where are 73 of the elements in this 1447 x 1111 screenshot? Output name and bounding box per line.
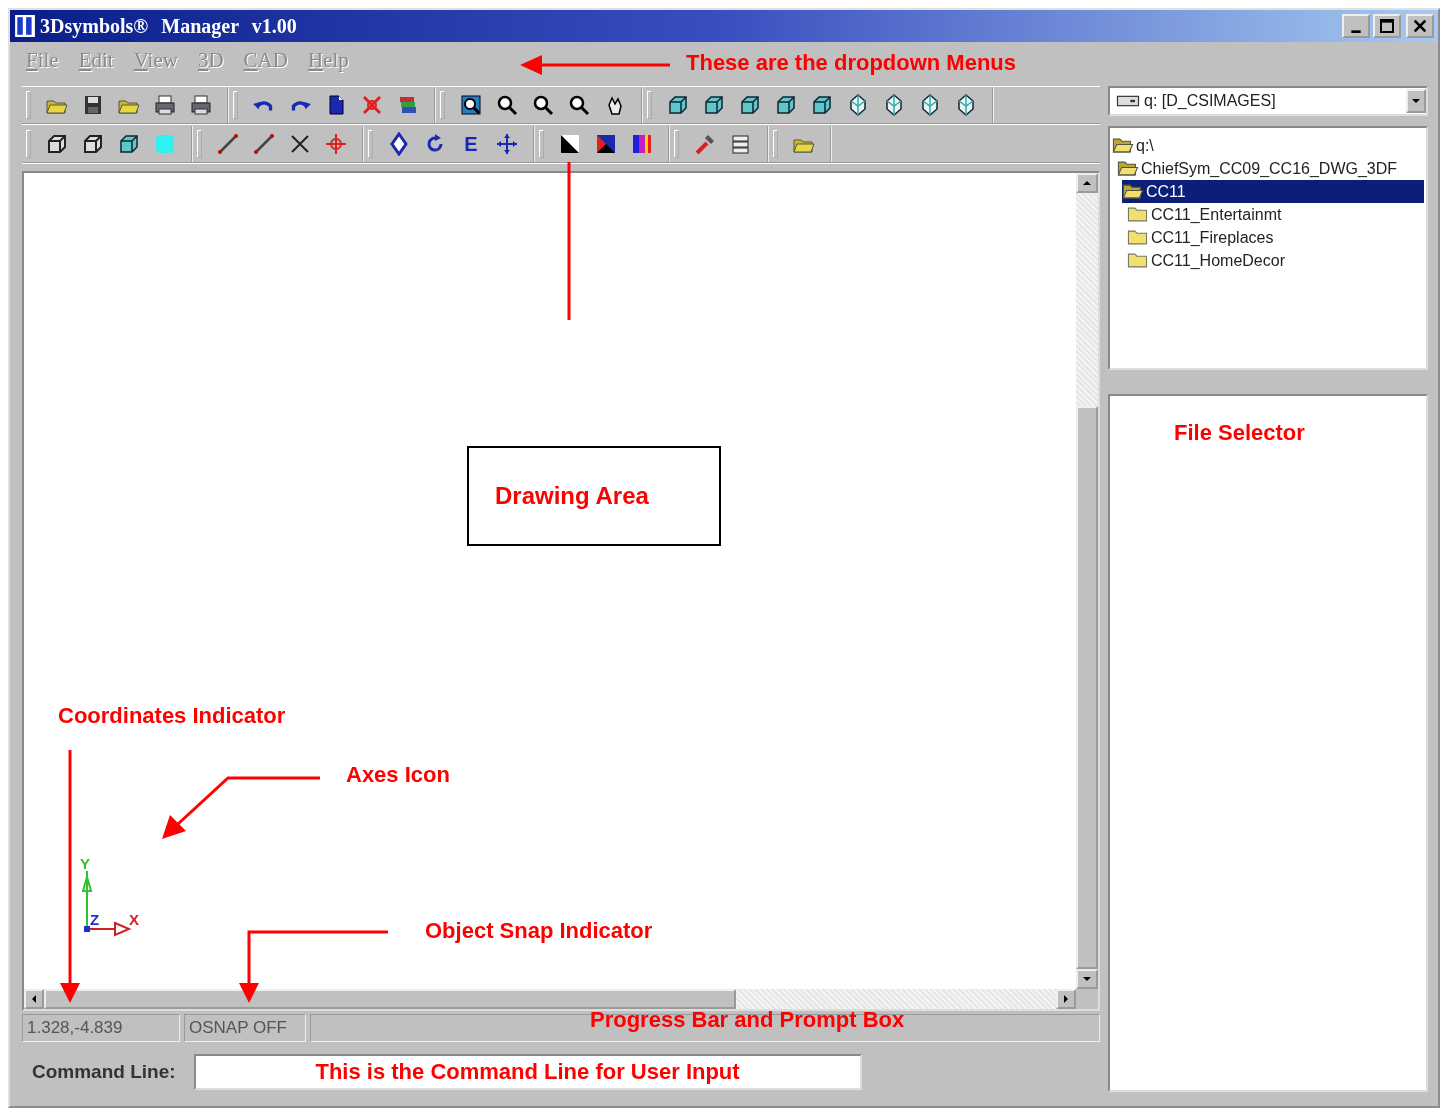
drive-icon <box>1116 94 1140 108</box>
open-folder-icon <box>1112 137 1134 154</box>
printer-icon <box>189 93 213 117</box>
cross-icon <box>360 93 384 117</box>
cube-icon <box>702 93 726 117</box>
magnifier-icon <box>531 93 555 117</box>
close-icon <box>1412 18 1428 34</box>
annotation-label: Object Snap Indicator <box>425 918 653 944</box>
printer-icon <box>153 93 177 117</box>
scroll-left-button[interactable] <box>24 989 44 1009</box>
line-icon <box>252 132 276 156</box>
osnap-indicator: OSNAP OFF <box>184 1014 306 1042</box>
annotation-label: Axes Icon <box>346 762 450 788</box>
maximize-button[interactable] <box>1373 14 1401 38</box>
annotation-label: Drawing Area <box>467 446 721 546</box>
tree-item[interactable]: q:\ <box>1112 134 1424 157</box>
dropdown-arrow-icon <box>1411 96 1421 106</box>
crosshair-icon <box>324 132 348 156</box>
scroll-down-button[interactable] <box>1076 969 1098 989</box>
split-square-icon <box>594 132 618 156</box>
folder-icon <box>1127 206 1149 223</box>
minimize-icon <box>1350 29 1362 33</box>
window-title: 3Dsymbols® Manager v1.00 <box>40 14 297 38</box>
tree-item[interactable]: CC11_HomeDecor <box>1127 249 1424 272</box>
folder-icon <box>1127 229 1149 246</box>
scroll-up-button[interactable] <box>1076 173 1098 193</box>
cube-icon <box>774 93 798 117</box>
cube-icon <box>117 132 141 156</box>
cube-outline-icon <box>81 132 105 156</box>
minimize-button[interactable] <box>1342 14 1370 38</box>
tree-item[interactable]: ChiefSym_CC09_CC16_DWG_3DF <box>1117 157 1424 180</box>
scroll-right-button[interactable] <box>1056 989 1076 1009</box>
cube-icon <box>738 93 762 117</box>
axis-label: Z <box>90 911 100 928</box>
toolbar-button[interactable]: E <box>455 129 487 159</box>
scroll-thumb[interactable] <box>44 989 737 1009</box>
command-line-field[interactable]: This is the Command Line for User Input <box>193 1054 862 1090</box>
coordinates-indicator: 1.328,-4.839 <box>22 1014 180 1042</box>
open-folder-icon <box>1122 183 1144 200</box>
color-bars-icon <box>630 132 654 156</box>
tree-item[interactable]: CC11_Fireplaces <box>1127 226 1424 249</box>
close-button[interactable] <box>1406 14 1434 38</box>
maximize-icon <box>1379 18 1395 34</box>
annotation-label: Coordinates Indicator <box>58 703 286 729</box>
folder-icon <box>1127 252 1149 269</box>
tree-item[interactable]: CC11 <box>1122 180 1424 203</box>
open-folder-icon <box>1117 160 1139 177</box>
scroll-thumb[interactable] <box>1076 406 1098 969</box>
command-line-label: Command Line: <box>32 1061 176 1083</box>
vertical-scrollbar[interactable] <box>1076 173 1098 989</box>
annotation-label: File Selector <box>1174 420 1305 446</box>
line-icon <box>216 132 240 156</box>
up-arrow-icon <box>1082 178 1092 188</box>
axis-label: X <box>129 911 139 928</box>
triangle-icon <box>558 132 582 156</box>
drive-dropdown[interactable]: q: [D_CSIMAGES] <box>1108 86 1428 116</box>
cube-outline-icon <box>45 132 69 156</box>
tree-item[interactable]: CC11_Entertainmt <box>1127 203 1424 226</box>
pen-icon <box>693 132 717 156</box>
zoom-window-icon <box>459 93 483 117</box>
square-icon <box>153 132 177 156</box>
magnifier-icon <box>495 93 519 117</box>
down-arrow-icon <box>1082 974 1092 984</box>
app-icon <box>14 13 36 39</box>
origin-marker <box>84 926 90 932</box>
cube-icon <box>666 93 690 117</box>
cube-icon <box>810 93 834 117</box>
axis-label: Y <box>80 855 90 872</box>
magnifier-icon <box>567 93 591 117</box>
right-arrow-icon <box>1061 994 1071 1004</box>
annotation-label: These are the dropdown Menus <box>686 50 1017 76</box>
annotation-label: Progress Bar and Prompt Box <box>590 1007 905 1033</box>
move-icon <box>495 132 519 156</box>
